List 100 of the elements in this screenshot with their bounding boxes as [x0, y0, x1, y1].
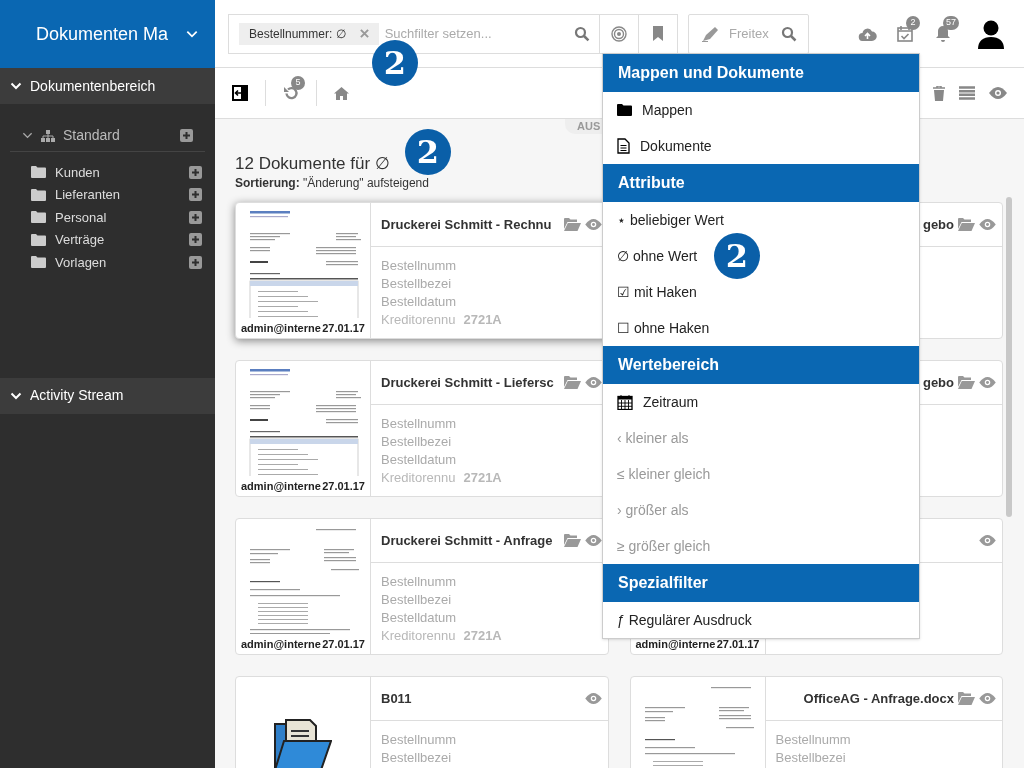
field-label: Kreditorennu	[381, 311, 456, 329]
card-title[interactable]: OfficeAG - Anfrage.docx	[803, 688, 954, 709]
section-title: Activity Stream	[30, 386, 124, 405]
add-icon[interactable]	[189, 210, 202, 224]
folder-document-icon	[274, 719, 332, 768]
field-value: 2721A	[463, 469, 502, 487]
count-badge: 57	[943, 15, 959, 30]
date-label: 27.01.17	[322, 320, 365, 336]
document-card[interactable]: OfficeAG - Anfrage.docx Bestellnumm Bestellbezei	[629, 676, 1003, 768]
field-label: Bestellnumm	[381, 257, 458, 275]
chevron-down-icon[interactable]	[22, 130, 33, 141]
eye-icon[interactable]	[979, 377, 996, 388]
section-header[interactable]: Dokumentenbereich	[0, 68, 215, 104]
app-title: Dokumenten Ma	[36, 22, 169, 46]
menu-item[interactable]: Dokumente	[640, 135, 712, 157]
filter-label: Bestellnummer: ∅	[249, 25, 346, 43]
field-label: Bestellnumm	[381, 573, 458, 591]
calendar-icon	[617, 394, 633, 410]
field-value: 2721A	[463, 627, 502, 645]
freetext-field[interactable]: Freitex	[688, 13, 809, 54]
tree-item[interactable]: Vorlagen	[55, 252, 107, 272]
menu-item[interactable]: Zeitraum	[643, 391, 699, 413]
eye-icon[interactable]	[979, 535, 996, 546]
bookmark-icon[interactable]	[652, 26, 665, 41]
eye-icon[interactable]	[584, 219, 602, 230]
count-badge: 2	[906, 15, 920, 30]
menu-item[interactable]: ⋆ beliebiger Wert	[617, 209, 724, 231]
field-label: Bestellbezei	[381, 275, 453, 293]
card-title[interactable]: Druckerei Schmitt - Liefersc	[381, 372, 554, 393]
search-icon[interactable]	[574, 25, 591, 42]
card-title[interactable]: Druckerei Schmitt - Anfrage	[381, 530, 553, 551]
close-icon[interactable]	[359, 29, 369, 38]
undo-icon[interactable]	[283, 85, 299, 101]
add-icon[interactable]	[189, 188, 202, 202]
menu-item[interactable]: ∅ ohne Wert	[617, 245, 698, 267]
menu-item[interactable]: Mappen	[642, 99, 693, 121]
menu-section-header: Wertebereich	[603, 346, 919, 384]
field-label: Kreditorennu	[381, 469, 456, 487]
add-icon[interactable]	[189, 165, 202, 179]
trash-icon[interactable]	[933, 85, 945, 101]
tree-node[interactable]: Standard	[63, 125, 120, 146]
folder-open-icon[interactable]	[958, 376, 975, 389]
chevron-down-icon[interactable]	[10, 80, 22, 92]
tree-item[interactable]: Personal	[55, 207, 107, 227]
eye-icon[interactable]	[979, 693, 996, 704]
date-label: 27.01.17	[322, 636, 365, 652]
target-icon[interactable]	[611, 25, 628, 42]
eye-icon[interactable]	[584, 377, 602, 388]
freetext-input[interactable]: Freitex	[729, 23, 773, 44]
date-label: 27.01.17	[716, 636, 760, 652]
exit-icon[interactable]	[232, 85, 248, 101]
bell-icon[interactable]	[935, 24, 951, 42]
filter-chip[interactable]: Bestellnummer: ∅	[239, 22, 379, 45]
field-label: Bestelldatum	[381, 293, 458, 311]
folder-open-icon[interactable]	[958, 692, 975, 705]
menu-item[interactable]: ƒ Regulärer Ausdruck	[617, 609, 752, 631]
document-card[interactable]: B011 Bestellnumm Bestellbezei	[235, 676, 609, 768]
date-label: 27.01.17	[322, 478, 365, 494]
tree-item[interactable]: Kunden	[55, 162, 100, 182]
folder-open-icon[interactable]	[563, 218, 581, 231]
card-title[interactable]: B011	[381, 688, 412, 709]
callout-badge: 2	[372, 40, 418, 86]
folder-icon	[617, 104, 632, 116]
card-title[interactable]: gebo	[922, 372, 954, 393]
field-label: Bestellnumm	[381, 731, 458, 749]
sitemap-icon	[41, 129, 55, 142]
add-icon[interactable]	[189, 233, 202, 247]
scrollbar[interactable]	[1006, 197, 1012, 517]
field-label: Bestellbezei	[381, 591, 453, 609]
home-icon[interactable]	[334, 86, 349, 100]
eye-icon[interactable]	[584, 693, 602, 704]
menu-item[interactable]: ☐ ohne Haken	[617, 317, 710, 339]
eye-icon[interactable]	[979, 219, 996, 230]
eye-icon[interactable]	[584, 535, 602, 546]
tree-item[interactable]: Verträge	[55, 230, 105, 250]
field-label: Kreditorennu	[381, 627, 456, 645]
sort-info: Sortierung: "Änderung" aufsteigend	[235, 175, 429, 191]
folder-open-icon[interactable]	[563, 534, 581, 547]
field-label: Bestellnumm	[775, 731, 852, 749]
section-header[interactable]: Activity Stream	[0, 377, 215, 414]
field-label: Bestellbezei	[775, 749, 847, 767]
add-icon[interactable]	[189, 255, 202, 269]
calendar-check-icon[interactable]	[897, 24, 913, 42]
tree-item[interactable]: Lieferanten	[55, 185, 121, 205]
section-title: Dokumentenbereich	[30, 76, 156, 96]
user-avatar-icon[interactable]	[977, 18, 1005, 49]
folder-open-icon[interactable]	[563, 376, 581, 389]
field-label: Bestelldatum	[381, 609, 458, 627]
document-card[interactable]: admin@interne27.01.17 Druckerei Schmitt - Anfrage Bestellnumm Bestellbezei Bestelldatum Kreditorennu 2721A	[235, 518, 609, 655]
add-icon[interactable]	[180, 129, 193, 142]
folder-icon	[31, 233, 46, 246]
card-title[interactable]: gebo	[922, 214, 954, 235]
menu-item[interactable]: ☑ mit Haken	[617, 281, 697, 303]
search-icon[interactable]	[781, 25, 797, 42]
folder-icon	[31, 166, 46, 179]
list-icon[interactable]	[959, 86, 975, 100]
folder-open-icon[interactable]	[958, 218, 975, 231]
cloud-upload-icon[interactable]	[858, 26, 877, 41]
card-title[interactable]: Druckerei Schmitt - Rechnu	[381, 214, 552, 235]
eye-icon[interactable]	[989, 87, 1007, 99]
